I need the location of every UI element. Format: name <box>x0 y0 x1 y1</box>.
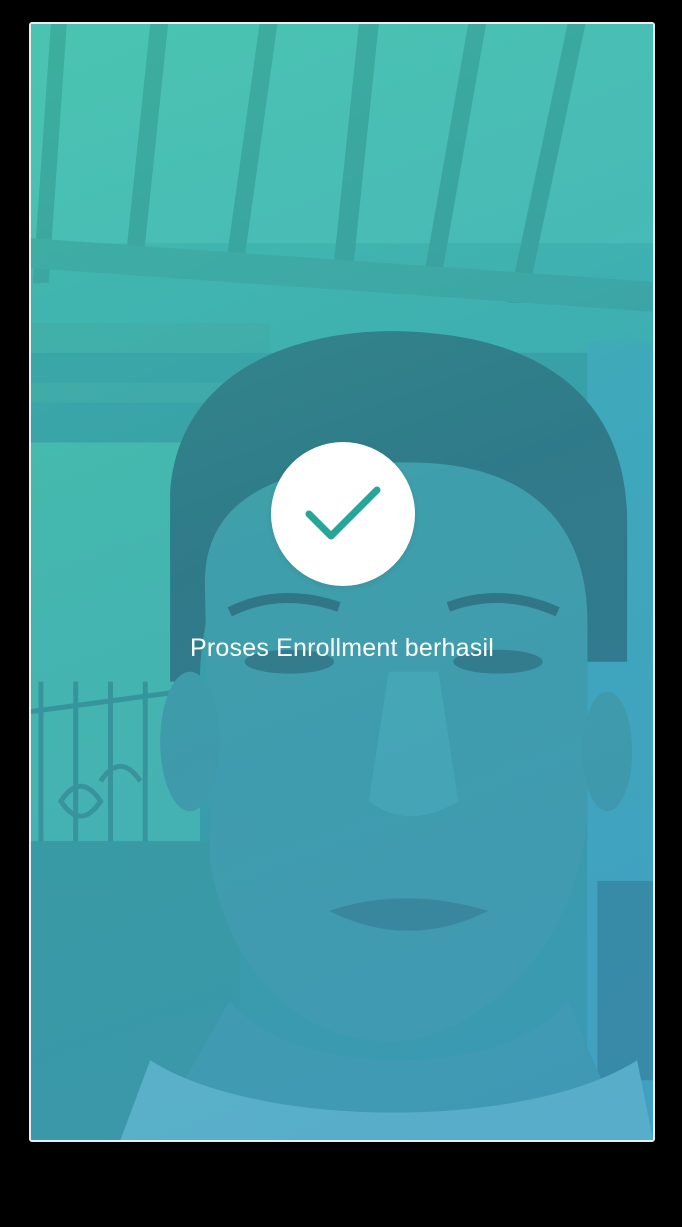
app-screen: Proses Enrollment berhasil <box>0 0 682 1227</box>
success-badge <box>271 442 415 586</box>
navigation-bar-area <box>0 1142 682 1227</box>
success-message: Proses Enrollment berhasil <box>190 634 494 662</box>
status-bar <box>0 0 682 20</box>
camera-preview: Proses Enrollment berhasil <box>29 22 655 1142</box>
checkmark-icon <box>305 486 381 540</box>
